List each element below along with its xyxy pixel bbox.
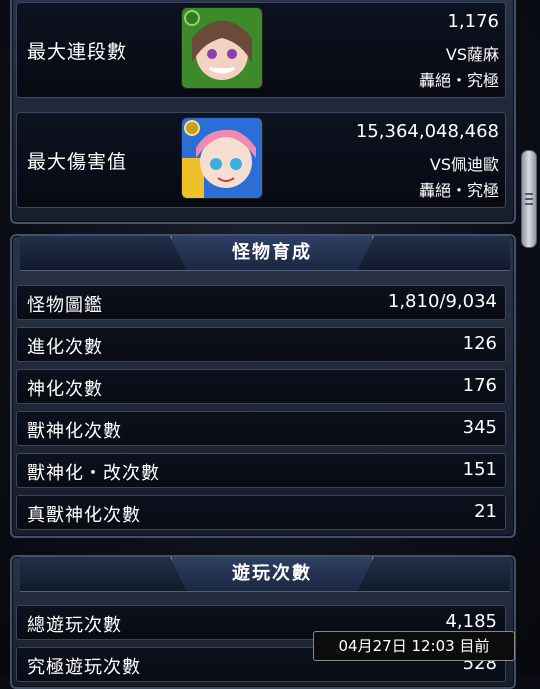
stat-label: 獸神化・改次數 xyxy=(27,463,160,484)
record-max-combo: 最大連段數 1,176 VS薩麻 轟絕・究極 xyxy=(16,2,506,98)
section-title: 遊玩次數 xyxy=(170,557,374,591)
record-difficulty: 轟絕・究極 xyxy=(418,181,499,200)
stat-label: 怪物圖鑑 xyxy=(27,295,103,316)
record-label: 最大傷害值 xyxy=(27,151,128,173)
scrollbar-thumb[interactable] xyxy=(521,150,537,248)
record-value: 1,176 xyxy=(447,11,499,32)
stat-value: 151 xyxy=(462,459,497,480)
stat-label: 真獸神化次數 xyxy=(27,505,141,526)
stat-row-true-beast-divine: 真獸神化次數 21 xyxy=(16,495,506,530)
stat-value: 345 xyxy=(462,417,497,438)
scroll-grip-icon xyxy=(525,203,533,205)
record-value: 15,364,048,468 xyxy=(355,121,499,142)
stat-value: 126 xyxy=(462,333,497,354)
scroll-grip-icon xyxy=(525,198,533,200)
monster-avatar-satan xyxy=(181,7,263,89)
stat-label: 獸神化次數 xyxy=(27,421,122,442)
stat-label: 究極遊玩次數 xyxy=(27,657,141,678)
stat-label: 進化次數 xyxy=(27,337,103,358)
section-header: 遊玩次數 xyxy=(20,557,510,592)
record-label: 最大連段數 xyxy=(27,41,128,63)
stat-label: 總遊玩次數 xyxy=(27,615,122,636)
stat-value: 4,185 xyxy=(445,611,497,632)
stat-value: 176 xyxy=(462,375,497,396)
record-max-damage: 最大傷害值 15,364,048,468 VS佩迪歐 轟絕・究極 xyxy=(16,112,506,208)
stat-label: 神化次數 xyxy=(27,379,103,400)
stat-row-beast-divine: 獸神化次數 345 xyxy=(16,411,506,446)
record-opponent: VS佩迪歐 xyxy=(429,155,499,174)
stat-value: 21 xyxy=(474,501,497,522)
record-difficulty: 轟絕・究極 xyxy=(418,71,499,90)
section-title: 怪物育成 xyxy=(170,236,374,270)
record-opponent: VS薩麻 xyxy=(445,45,499,64)
stat-row-beast-divine-kai: 獸神化・改次數 151 xyxy=(16,453,506,488)
monster-avatar-pedio xyxy=(181,117,263,199)
stat-row-evolution: 進化次數 126 xyxy=(16,327,506,362)
section-header: 怪物育成 xyxy=(20,236,510,271)
stat-value: 1,810/9,034 xyxy=(387,291,497,312)
stat-row-divine-evolution: 神化次數 176 xyxy=(16,369,506,404)
timestamp-toast: 04月27日 12:03 目前 xyxy=(313,631,515,661)
stat-row-monster-encyclopedia: 怪物圖鑑 1,810/9,034 xyxy=(16,285,506,320)
scroll-grip-icon xyxy=(525,193,533,195)
